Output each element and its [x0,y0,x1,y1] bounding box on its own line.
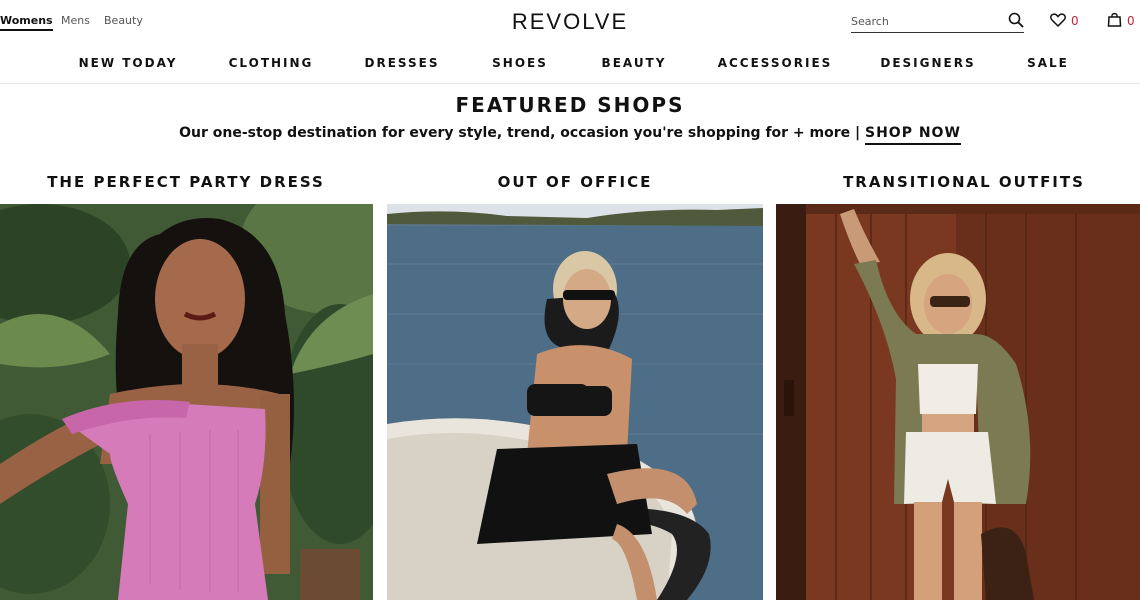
bag-count: 0 [1127,14,1135,28]
featured-shops-subtitle: Our one-stop destination for every style… [0,125,1140,145]
shop-title-party-dress[interactable]: THE PERFECT PARTY DRESS [47,173,325,191]
top-bar: Womens Mens Beauty REVOLVE 0 0 [0,0,1140,44]
shop-now-link[interactable]: SHOP NOW [865,125,961,145]
heart-icon [1050,12,1066,31]
featured-shops-heading: FEATURED SHOPS [455,93,685,117]
wishlist-count: 0 [1071,14,1079,28]
shopping-bag-link[interactable]: 0 [1107,12,1135,30]
featured-subtitle-text: Our one-stop destination for every style… [179,125,861,141]
nav-designers[interactable]: DESIGNERS [880,56,975,70]
shop-image-out-of-office[interactable] [387,204,763,600]
wishlist-link[interactable]: 0 [1050,12,1079,30]
main-nav: NEW TODAY CLOTHING DRESSES SHOES BEAUTY … [0,44,1140,84]
nav-clothing[interactable]: CLOTHING [229,56,314,70]
shop-image-party-dress[interactable] [0,204,373,600]
shop-title-transitional[interactable]: TRANSITIONAL OUTFITS [843,173,1085,191]
nav-new-today[interactable]: NEW TODAY [79,56,178,70]
shop-image-transitional[interactable] [776,204,1140,600]
search-box [851,10,1024,33]
shop-title-out-of-office[interactable]: OUT OF OFFICE [498,173,653,191]
search-icon[interactable] [1008,12,1024,32]
nav-dresses[interactable]: DRESSES [365,56,440,70]
nav-shoes[interactable]: SHOES [492,56,548,70]
nav-sale[interactable]: SALE [1027,56,1069,70]
nav-accessories[interactable]: ACCESSORIES [718,56,833,70]
shopping-bag-icon [1107,12,1122,31]
search-input[interactable] [851,11,1001,32]
nav-beauty[interactable]: BEAUTY [602,56,667,70]
